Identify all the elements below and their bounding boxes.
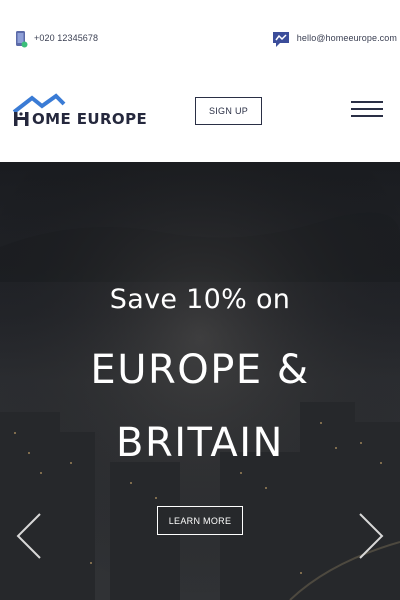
site-logo[interactable]: OME EUROPE	[12, 92, 152, 132]
hamburger-menu-icon[interactable]	[351, 100, 383, 118]
main-navbar: OME EUROPE SIGN UP	[0, 78, 400, 162]
email-contact[interactable]: hello@homeeurope.com	[271, 30, 397, 50]
phone-contact[interactable]: +020 12345678	[14, 30, 98, 50]
sign-up-button[interactable]: SIGN UP	[195, 97, 262, 125]
learn-more-button[interactable]: LEARN MORE	[157, 506, 243, 535]
hero-title: EUROPE & BRITAIN	[90, 347, 310, 466]
mobile-phone-icon	[14, 30, 28, 50]
chat-bubble-icon	[271, 30, 291, 50]
hero-subtitle: Save 10% on	[109, 284, 291, 315]
chevron-left-icon[interactable]	[14, 512, 44, 560]
phone-number: +020 12345678	[34, 33, 99, 43]
hero-slider: Save 10% on EUROPE & BRITAIN LEARN MORE	[0, 162, 400, 600]
logo-text: OME EUROPE	[32, 110, 148, 128]
chevron-right-icon[interactable]	[356, 512, 386, 560]
top-contact-bar: +020 12345678 hello@homeeurope.com	[0, 0, 400, 78]
email-address: hello@homeeurope.com	[296, 33, 397, 43]
